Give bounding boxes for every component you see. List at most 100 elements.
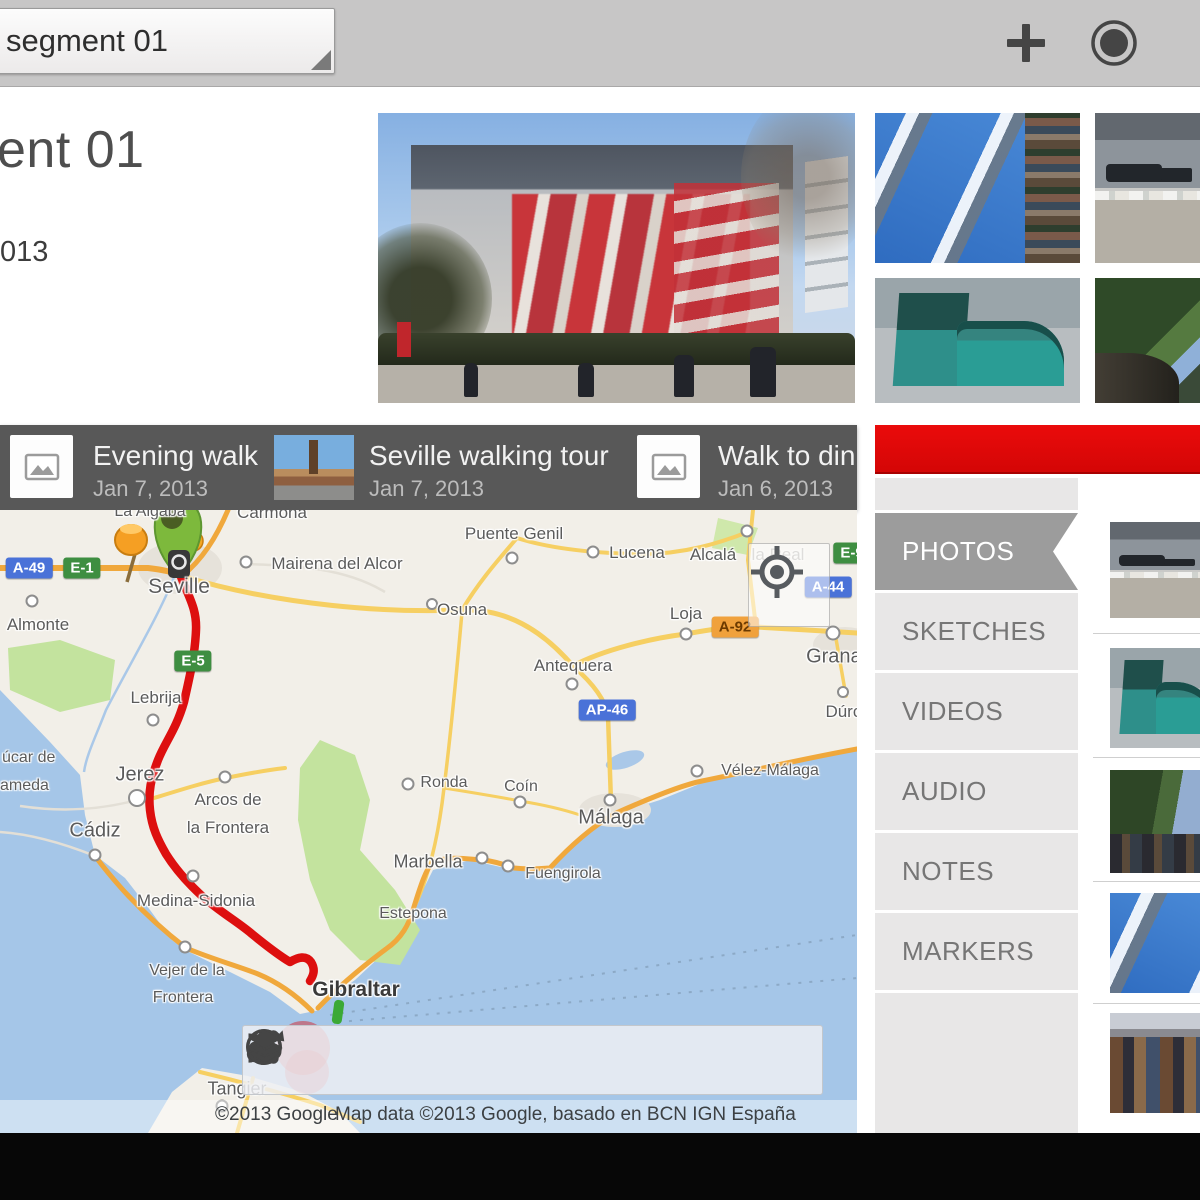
map-town-dot bbox=[587, 546, 600, 559]
segment-date: Jan 6, 2013 bbox=[718, 476, 833, 502]
tab-notes[interactable]: NOTES bbox=[875, 833, 1078, 910]
photo-thumbnail-beach-pier[interactable] bbox=[1095, 113, 1200, 263]
tab-spacer bbox=[875, 478, 1078, 510]
map-town-dot bbox=[402, 778, 415, 791]
tab-trailer bbox=[875, 993, 1078, 1133]
map-place-label: Frontera bbox=[153, 989, 213, 1007]
map-place-label: Carmona bbox=[237, 510, 307, 523]
segment-title: Walk to din bbox=[718, 440, 855, 472]
tab-markers[interactable]: MARKERS bbox=[875, 913, 1078, 990]
map-place-label: Dúrcal bbox=[825, 702, 857, 722]
add-button[interactable] bbox=[1000, 17, 1052, 69]
map-place-label: úcar de bbox=[2, 749, 55, 767]
map-place-label: Málaga bbox=[578, 807, 644, 830]
share-button[interactable] bbox=[544, 1036, 592, 1084]
map-place-label: Lebrija bbox=[130, 688, 181, 708]
list-divider bbox=[1093, 881, 1200, 882]
photo-list-thumbnail-teal-ferry[interactable] bbox=[1110, 648, 1200, 748]
info-button[interactable] bbox=[684, 1036, 732, 1084]
map-place-label: Loja bbox=[670, 604, 702, 624]
map-town-dot bbox=[240, 556, 253, 569]
segment-thumbnail-plaza bbox=[274, 435, 354, 500]
record-circle-icon bbox=[1089, 18, 1139, 68]
layers-button[interactable] bbox=[755, 1036, 803, 1084]
map-town-dot bbox=[566, 678, 579, 691]
map-place-label: la Frontera bbox=[187, 818, 269, 838]
map-town-dot bbox=[604, 794, 617, 807]
street-shape bbox=[378, 365, 855, 403]
map-toolbar bbox=[242, 1025, 823, 1095]
map-town-dot bbox=[26, 595, 39, 608]
map-place-label: Estepona bbox=[379, 905, 447, 923]
merge-directions-button[interactable] bbox=[614, 1036, 662, 1084]
top-app-bar: segment 01 bbox=[0, 0, 1200, 87]
photo-thumbnail-teal-ferry[interactable] bbox=[875, 278, 1080, 403]
map-town-dot bbox=[680, 628, 693, 641]
my-location-button[interactable] bbox=[748, 543, 830, 627]
segment-date: Jan 7, 2013 bbox=[369, 476, 484, 502]
map-place-label: Coín bbox=[504, 778, 538, 796]
map-place-label: Antequera bbox=[534, 656, 612, 676]
journal-date: 013 bbox=[0, 236, 48, 269]
map-place-label: Osuna bbox=[437, 600, 487, 620]
map-place-label: Almonte bbox=[7, 615, 69, 635]
tab-sketches[interactable]: SKETCHES bbox=[875, 593, 1078, 670]
map-place-label: Cádiz bbox=[69, 820, 120, 843]
road-shield-a-49: A-49 bbox=[6, 558, 53, 579]
placeholder-photo-icon bbox=[10, 435, 73, 498]
map-town-dot bbox=[502, 860, 515, 873]
map-town-dot bbox=[89, 849, 102, 862]
map-place-label: Seville bbox=[148, 575, 210, 599]
road-shield-ap-46: AP-46 bbox=[579, 700, 636, 721]
tab-audio[interactable]: AUDIO bbox=[875, 753, 1078, 830]
map-place-label: Lucena bbox=[609, 543, 665, 563]
road-shield-e-1: E-1 bbox=[63, 558, 100, 579]
record-button[interactable] bbox=[1088, 17, 1140, 69]
map-town-dot bbox=[691, 765, 704, 778]
right-panel-header bbox=[875, 425, 1200, 474]
map-town-dot bbox=[219, 771, 232, 784]
map-town-dot bbox=[187, 870, 200, 883]
map-data-attribution: Map data ©2013 Google, basado en BCN IGN… bbox=[335, 1104, 796, 1126]
photo-list-thumbnail-tree-waterfront[interactable] bbox=[1110, 770, 1200, 873]
hero-photo[interactable] bbox=[378, 113, 855, 403]
map-place-label: Vélez-Málaga bbox=[721, 762, 819, 780]
photo-thumbnail-tree-path[interactable] bbox=[1095, 278, 1200, 403]
segment-title: Evening walk bbox=[93, 440, 258, 472]
photo-list-thumbnail-beach-pier[interactable] bbox=[1110, 522, 1200, 618]
android-nav-bar bbox=[0, 1133, 1200, 1200]
segment-item-walk-to-dinner[interactable]: Walk to din Jan 6, 2013 bbox=[637, 425, 857, 510]
photo-list-thumbnail-sail-rigging[interactable] bbox=[1110, 893, 1200, 993]
map-town-dot bbox=[826, 626, 841, 641]
bushes-shape bbox=[378, 333, 855, 365]
page-title: ent 01 bbox=[0, 120, 145, 180]
map-place-label: Granada bbox=[806, 646, 857, 669]
list-divider bbox=[1093, 633, 1200, 634]
map-town-dot bbox=[476, 852, 489, 865]
map-place-label: Marbella bbox=[393, 852, 462, 873]
pedestrian-silhouette bbox=[750, 347, 776, 397]
tab-photos[interactable]: PHOTOS bbox=[875, 513, 1078, 590]
placeholder-photo-icon bbox=[637, 435, 700, 498]
segment-strip: Evening walk Jan 7, 2013 Seville walking… bbox=[0, 425, 857, 510]
pedestrian-silhouette bbox=[464, 363, 478, 397]
delete-button[interactable] bbox=[333, 1036, 381, 1084]
map-view[interactable]: La AlgabaCarmonaSevilleMairena del Alcor… bbox=[0, 510, 857, 1133]
segment-item-seville-walking-tour[interactable]: Seville walking tour Jan 7, 2013 bbox=[274, 425, 624, 510]
photo-list-thumbnail-crowd[interactable] bbox=[1110, 1013, 1200, 1113]
tab-videos[interactable]: VIDEOS bbox=[875, 673, 1078, 750]
segment-item-evening-walk[interactable]: Evening walk Jan 7, 2013 bbox=[0, 425, 270, 510]
map-town-dot bbox=[147, 714, 160, 727]
road-shield-e-5: E-5 bbox=[174, 651, 211, 672]
pedestrian-silhouette bbox=[578, 363, 594, 397]
list-divider bbox=[1093, 1003, 1200, 1004]
layers-icon bbox=[243, 1026, 287, 1070]
segment-spinner[interactable]: segment 01 bbox=[0, 8, 335, 74]
cloud-upload-button[interactable] bbox=[473, 1036, 521, 1084]
my-location-icon bbox=[749, 544, 805, 600]
photo-thumbnail-sail-and-crowd[interactable] bbox=[875, 113, 1080, 263]
segment-spinner-value: segment 01 bbox=[6, 23, 168, 59]
tab-column: PHOTOS SKETCHES VIDEOS AUDIO NOTES MARKE… bbox=[875, 478, 1078, 1136]
map-place-label: Puente Genil bbox=[465, 524, 563, 544]
play-button[interactable] bbox=[403, 1036, 451, 1084]
